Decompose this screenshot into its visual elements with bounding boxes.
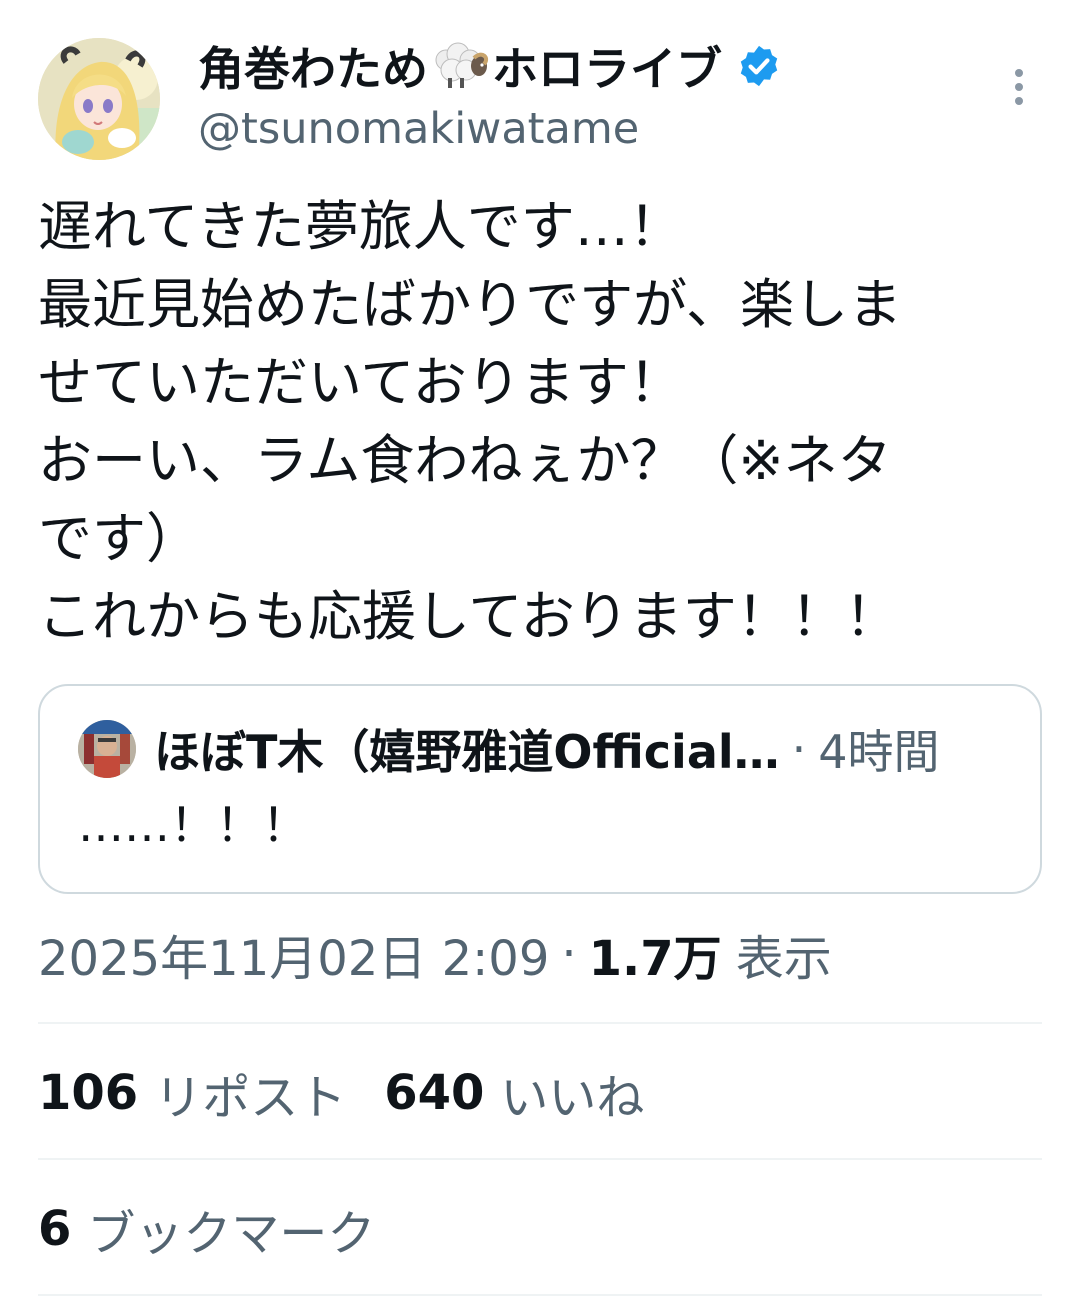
- quoted-tweet-header: ほぼT木（嬉野雅道Official… · 4時間: [154, 714, 940, 784]
- author-name-suffix: ホロライブ: [492, 42, 722, 96]
- tweet-line: おーい、ラム食わねぇか？（※ネタ: [38, 429, 892, 492]
- likes-stat[interactable]: 640 いいね: [384, 1058, 644, 1128]
- divider: [38, 1158, 1042, 1160]
- divider: [38, 1022, 1042, 1024]
- author-display-name[interactable]: 角巻わため ホロライブ: [198, 36, 782, 96]
- reposts-label: リポスト: [154, 1070, 347, 1126]
- author-avatar-image: [38, 38, 160, 160]
- quoted-timestamp[interactable]: 4時間: [818, 716, 939, 782]
- quoted-tweet-text: ……！！！: [78, 798, 308, 852]
- view-count: 1.7万: [588, 931, 722, 987]
- tweet-line: 最近見始めたばかりですが、楽しま: [38, 273, 902, 336]
- bookmarks-stat[interactable]: 6 ブックマーク: [38, 1194, 375, 1264]
- bookmarks-label: ブックマーク: [87, 1206, 376, 1262]
- quoted-author-avatar: [78, 720, 136, 778]
- reposts-count: 106: [38, 1065, 139, 1121]
- view-label: 表示: [735, 931, 832, 987]
- author-avatar[interactable]: [38, 38, 160, 160]
- tweet-meta: 2025年11月02日 2:09 · 1.7万 表示: [38, 918, 832, 990]
- tweet-line: せていただいております！: [38, 351, 683, 414]
- more-options-button[interactable]: [1004, 66, 1034, 108]
- quoted-tweet-card[interactable]: ほぼT木（嬉野雅道Official… · 4時間 ……！！！: [38, 684, 1042, 894]
- likes-count: 640: [384, 1065, 485, 1121]
- tweet-line: 遅れてきた夢旅人です…！: [38, 195, 683, 258]
- tweet-timestamp[interactable]: 2025年11月02日 2:09: [38, 919, 549, 989]
- sheep-icon: [430, 40, 490, 92]
- reposts-stat[interactable]: 106 リポスト: [38, 1058, 346, 1128]
- author-name-prefix: 角巻わため: [198, 42, 428, 96]
- more-dots-icon: [1015, 69, 1023, 105]
- bookmarks-count: 6: [38, 1201, 72, 1257]
- tweet-line: これからも応援しております！！！: [38, 585, 899, 648]
- tweet-line: です）: [38, 507, 200, 570]
- quoted-author-name[interactable]: ほぼT木（嬉野雅道Official…: [154, 716, 780, 782]
- tweet-text: 遅れてきた夢旅人です…！ 最近見始めたばかりですが、楽しま せていただいておりま…: [38, 188, 1042, 656]
- meta-separator: ·: [561, 926, 577, 982]
- engagement-stats: 106 リポスト 640 いいね: [38, 1058, 682, 1128]
- verified-badge-icon: [736, 43, 782, 89]
- quoted-separator: ·: [791, 722, 807, 776]
- author-handle[interactable]: @tsunomakiwatame: [198, 104, 639, 154]
- likes-label: いいね: [500, 1070, 645, 1126]
- divider: [38, 1294, 1042, 1296]
- bookmark-stats: 6 ブックマーク: [38, 1194, 413, 1264]
